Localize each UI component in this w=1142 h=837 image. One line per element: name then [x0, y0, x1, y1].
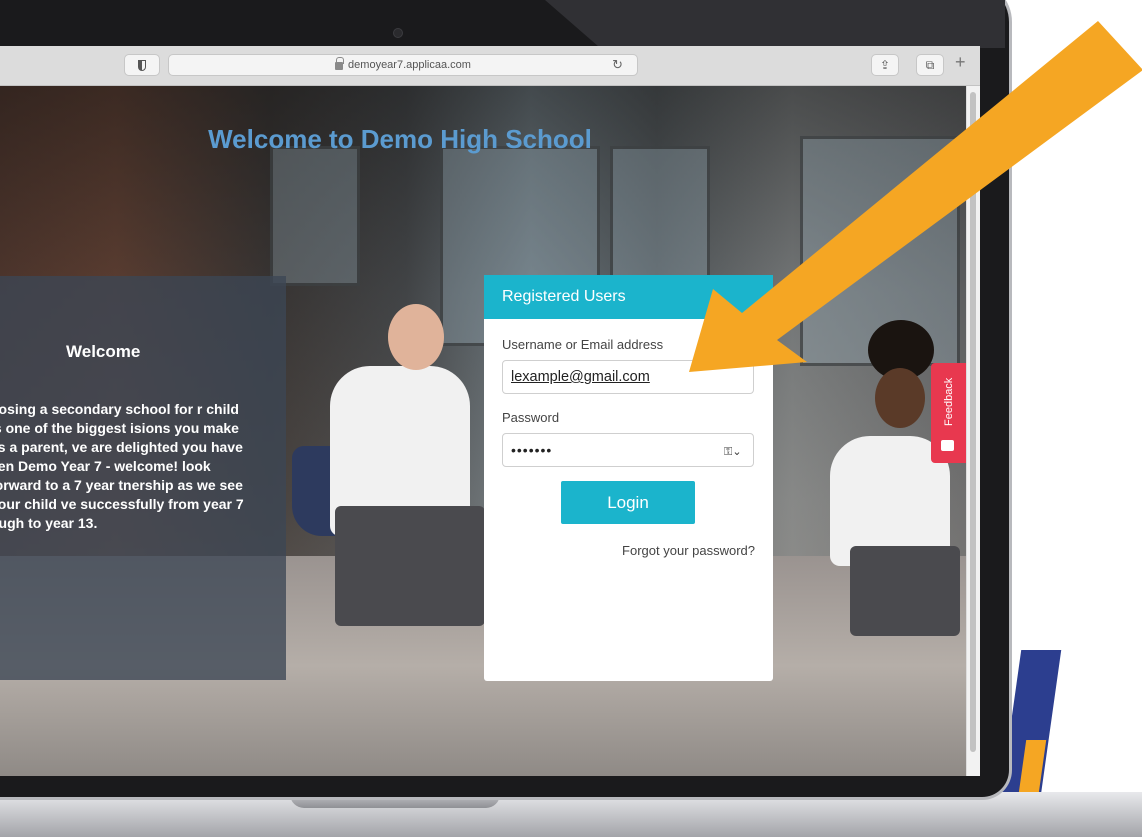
feedback-icon [941, 440, 954, 451]
web-page: Welcome to Demo High School Welcome oosi… [0, 86, 966, 776]
page-title: Welcome to Demo High School [208, 124, 592, 154]
browser-toolbar: demoyear7.applicaa.com ↻ ⇪ ⧉ + [0, 46, 980, 86]
login-card: Registered Users Username or Email addre… [484, 275, 773, 681]
feedback-tab[interactable]: Feedback [931, 363, 966, 463]
password-key-icon[interactable]: ⚿⌄ [724, 445, 742, 459]
browser-window: demoyear7.applicaa.com ↻ ⇪ ⧉ + Welcome t… [0, 46, 980, 776]
tabs-icon: ⧉ [925, 57, 935, 72]
lock-icon [335, 57, 345, 70]
shield-icon [138, 59, 146, 71]
feedback-label: Feedback [943, 377, 955, 426]
url-text: demoyear7.applicaa.com [348, 59, 471, 71]
background-photo-student-skirt [335, 506, 485, 626]
background-photo-student-head [388, 304, 444, 370]
forgot-password-link[interactable]: Forgot your password? [622, 543, 755, 558]
page-scrollbar[interactable] [966, 86, 980, 776]
share-button[interactable]: ⇪ [871, 54, 899, 76]
welcome-text: oosing a secondary school for r child is… [0, 401, 244, 531]
share-icon: ⇪ [879, 58, 891, 72]
login-button[interactable]: Login [561, 481, 695, 524]
new-tab-button[interactable]: + [955, 52, 966, 73]
username-label: Username or Email address [502, 337, 664, 352]
password-input[interactable] [502, 433, 754, 467]
welcome-panel: Welcome oosing a secondary school for r … [0, 276, 286, 680]
password-label: Password [502, 410, 560, 425]
scrollbar-thumb[interactable] [970, 92, 976, 752]
username-input[interactable] [502, 360, 754, 394]
reload-icon[interactable]: ↻ [612, 57, 623, 73]
privacy-shield-button[interactable] [124, 54, 160, 76]
welcome-heading: Welcome [66, 342, 141, 361]
background-photo-window [270, 146, 360, 286]
screenshot: demoyear7.applicaa.com ↻ ⇪ ⧉ + Welcome t… [0, 0, 1142, 837]
login-card-header: Registered Users [484, 275, 773, 319]
address-bar[interactable]: demoyear7.applicaa.com ↻ [168, 54, 638, 76]
background-photo-student-skirt [850, 546, 960, 636]
bezel-glare [545, 0, 1005, 48]
background-photo-student-head [875, 368, 925, 428]
camera-icon [393, 28, 403, 38]
tabs-overview-button[interactable]: ⧉ [916, 54, 944, 76]
